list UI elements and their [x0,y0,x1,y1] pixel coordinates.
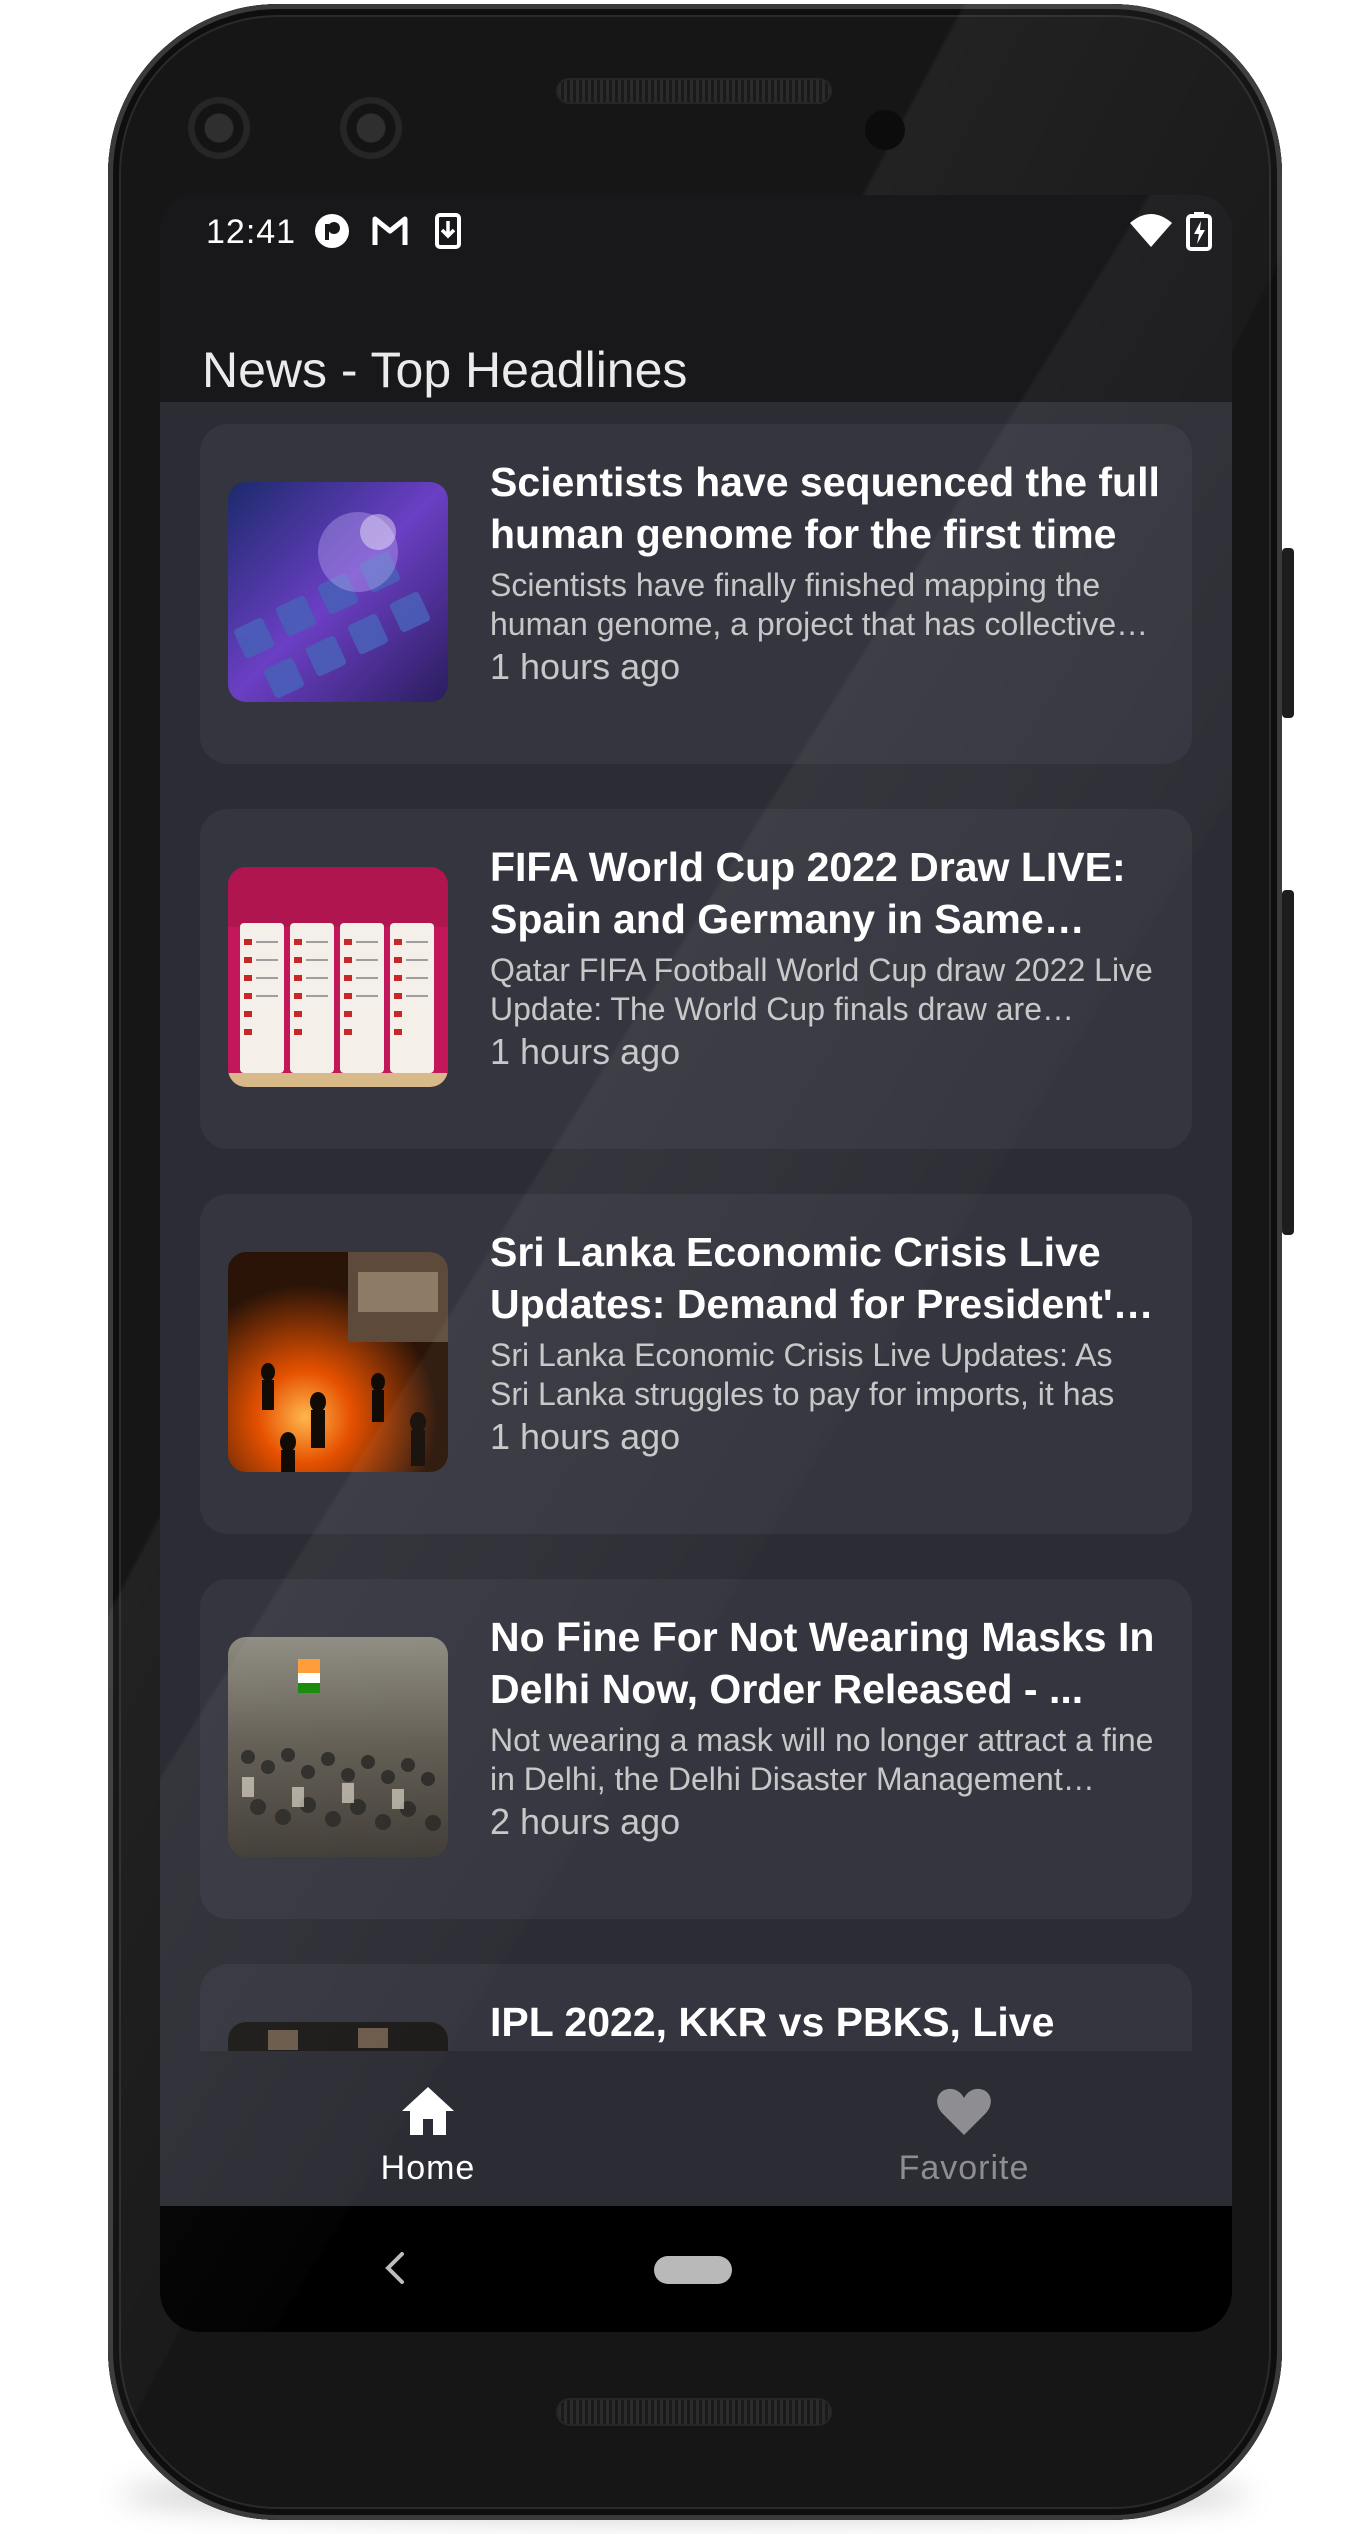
bottom-speaker [558,2400,830,2424]
article-title: No Fine For Not Wearing Masks In Delhi N… [490,1614,1155,1712]
circle-badge-icon [315,214,349,248]
article-time: 1 hours ago [490,1031,681,1072]
battery-charging-icon [1186,212,1212,251]
power-button[interactable] [1282,548,1294,718]
news-card[interactable]: Scientists have sequenced the full human… [200,424,1192,764]
article-title: IPL 2022, KKR vs PBKS, Live [490,1999,1055,2045]
home-gesture-pill[interactable] [654,2256,732,2284]
nav-favorite[interactable]: Favorite [696,2051,1232,2206]
proximity-sensor [865,110,905,150]
front-camera-icon [188,97,250,159]
front-camera-icon [340,97,402,159]
home-icon [402,2087,454,2135]
article-thumbnail [228,482,448,702]
screen: 12:41 News - Top Headlines Scientists ha… [160,195,1232,2332]
news-card[interactable]: IPL 2022, KKR vs PBKS, Live [200,1964,1192,2051]
article-description: Sri Lanka Economic Crisis Live Updates: … [490,1337,1115,1412]
app-bar: News - Top Headlines [160,277,1232,402]
back-icon[interactable] [380,2250,410,2286]
nav-home-label: Home [380,2149,476,2187]
earpiece-speaker [558,80,830,102]
nav-favorite-label: Favorite [898,2149,1030,2187]
article-thumbnail [228,2022,448,2051]
article-time: 2 hours ago [490,1801,681,1842]
nav-home[interactable]: Home [160,2051,696,2206]
article-time: 1 hours ago [490,646,681,687]
news-card[interactable]: FIFA World Cup 2022 Draw LIVE: Spain and… [200,809,1192,1149]
article-title: Sri Lanka Economic Crisis Live Updates: … [490,1229,1136,1327]
status-bar: 12:41 [160,195,1232,277]
heart-icon [937,2088,991,2135]
article-thumbnail [228,867,448,1087]
article-description: Scientists have finally finished mapping… [490,567,1140,642]
download-icon [435,213,461,249]
bottom-navigation: Home Favorite [160,2051,1232,2206]
article-description: Qatar FIFA Football World Cup draw 2022 … [490,952,1153,1027]
page-title: News - Top Headlines [202,341,688,398]
article-title: FIFA World Cup 2022 Draw LIVE: Spain and… [490,844,1126,942]
volume-button[interactable] [1282,890,1294,1235]
news-card[interactable]: No Fine For Not Wearing Masks In Delhi N… [200,1579,1192,1919]
article-time: 1 hours ago [490,1416,681,1457]
system-navigation-bar [160,2206,1232,2332]
article-thumbnail [228,1637,448,1857]
article-thumbnail [228,1252,448,1472]
news-list[interactable]: Scientists have sequenced the full human… [160,402,1232,2051]
article-description: Not wearing a mask will no longer attrac… [490,1722,1154,1797]
status-time: 12:41 [206,213,297,251]
wifi-icon [1130,214,1172,247]
news-card[interactable]: Sri Lanka Economic Crisis Live Updates: … [200,1194,1192,1534]
gmail-m-icon [372,216,408,245]
article-title: Scientists have sequenced the full human… [490,459,1160,557]
